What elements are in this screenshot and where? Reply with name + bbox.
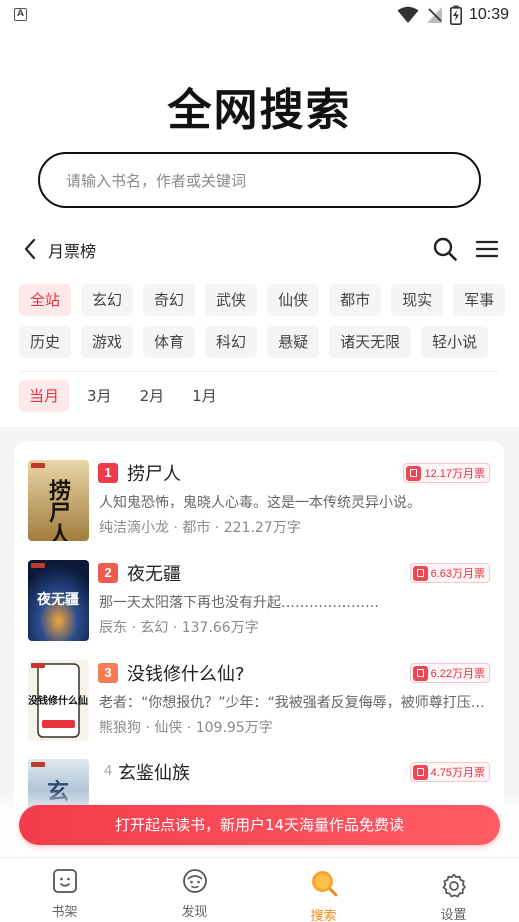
a-icon: A	[14, 8, 27, 21]
ticket-icon	[412, 565, 428, 581]
tab-label: 设置	[440, 908, 467, 922]
book-cover: 没钱修什么仙	[28, 660, 89, 741]
category-chip[interactable]: 诸天无限	[329, 326, 412, 358]
book-item[interactable]: 没钱修什么仙 3 没钱修什么仙? 6.22万月票 老者：“你想报仇？”少年：“我…	[28, 660, 491, 746]
book-meta: 熊狼狗 · 仙侠 · 109.95万字	[99, 720, 273, 736]
category-row-2: 历史 游戏 体育 科幻 悬疑 诸天无限 轻小说	[19, 326, 499, 358]
divider	[19, 371, 499, 372]
book-words: 137.66万字	[181, 620, 259, 636]
book-author: 纯洁滴小龙	[99, 520, 169, 536]
cover-title: 没钱修什么仙	[28, 694, 88, 707]
monthly-votes-badge: 12.17万月票	[403, 463, 490, 483]
rank-badge: 1	[98, 463, 118, 483]
category-row-1: 全站 玄幻 奇幻 武侠 仙侠 都市 现实 军事	[19, 284, 506, 316]
book-title: 没钱修什么仙?	[127, 664, 245, 685]
discover-icon	[182, 869, 207, 893]
category-chip[interactable]: 现实	[391, 284, 444, 316]
votes-count: 12.17万月票	[424, 468, 485, 480]
battery-charging-icon	[449, 5, 462, 25]
ranking-title: 月票榜	[48, 242, 97, 261]
tab-settings[interactable]: 设置	[389, 858, 518, 922]
cover-title: 捞尸人	[45, 479, 71, 541]
search-icon[interactable]	[432, 236, 458, 262]
book-genre: 玄幻	[140, 620, 169, 636]
book-meta: 辰东 · 玄幻 · 137.66万字	[99, 620, 259, 636]
category-chip[interactable]: 轻小说	[421, 326, 489, 358]
votes-count: 4.75万月票	[430, 767, 485, 779]
back-arrow-icon[interactable]	[20, 236, 42, 262]
category-chip[interactable]: 历史	[19, 326, 72, 358]
bookshelf-icon	[52, 869, 77, 893]
category-chip[interactable]: 奇幻	[143, 284, 196, 316]
book-words: 221.27万字	[223, 520, 301, 536]
ticket-icon	[406, 465, 422, 481]
tab-discover[interactable]: 发现	[130, 858, 259, 922]
month-tab[interactable]: 3月	[77, 380, 122, 412]
book-item[interactable]: 捞尸人 1 捞尸人 12.17万月票 人知鬼恐怖，鬼晓人心毒。这是一本传统灵异小…	[28, 460, 490, 546]
category-chip[interactable]: 军事	[453, 284, 506, 316]
clock: 10:39	[468, 6, 509, 23]
category-chip[interactable]: 玄幻	[81, 284, 134, 316]
book-author: 熊狼狗	[99, 720, 141, 736]
category-chip[interactable]: 游戏	[81, 326, 134, 358]
book-title: 玄鉴仙族	[118, 763, 190, 784]
bottom-tab-bar: 书架 发现 搜索 设置	[0, 857, 519, 922]
open-app-promo-button[interactable]: 打开起点读书，新用户14天海量作品免费读	[19, 805, 500, 845]
page-title: 全网搜索	[167, 85, 352, 136]
monthly-votes-badge: 6.22万月票	[409, 663, 490, 683]
cover-title: 夜无疆	[36, 591, 79, 608]
signal-off-icon	[426, 7, 442, 23]
book-description: 老者：“你想报仇？”少年：“我被强者反复侮辱，被师尊打压，被宗门放弃”	[99, 695, 491, 711]
book-description: 人知鬼恐怖，鬼晓人心毒。这是一本传统灵异小说。	[99, 495, 421, 511]
monthly-votes-badge: 4.75万月票	[409, 762, 490, 782]
menu-icon[interactable]	[474, 236, 500, 262]
book-description: 那一天太阳落下再也没有升起…………………	[99, 595, 379, 611]
tab-bookshelf[interactable]: 书架	[0, 858, 129, 922]
category-chip-all[interactable]: 全站	[19, 284, 72, 316]
monthly-votes-badge: 6.63万月票	[409, 563, 490, 583]
search-box[interactable]	[38, 152, 481, 208]
rank-badge: 2	[98, 563, 118, 583]
book-genre: 都市	[182, 520, 211, 536]
tab-label: 书架	[51, 905, 78, 920]
wifi-icon	[397, 6, 419, 23]
category-chip[interactable]: 悬疑	[267, 326, 320, 358]
month-tab[interactable]: 2月	[130, 380, 175, 412]
book-cover: 夜无疆	[28, 560, 89, 641]
rank-badge: 3	[98, 663, 118, 683]
votes-count: 6.63万月票	[430, 568, 485, 580]
category-chip[interactable]: 武侠	[205, 284, 258, 316]
book-meta: 纯洁滴小龙 · 都市 · 221.27万字	[99, 520, 301, 536]
ticket-icon	[412, 764, 428, 780]
book-title: 捞尸人	[127, 464, 181, 485]
book-words: 109.95万字	[195, 720, 273, 736]
tab-label: 发现	[181, 905, 208, 920]
month-filter: 当月 3月 2月 1月	[19, 380, 227, 412]
search-tab-icon	[311, 871, 337, 897]
category-chip[interactable]: 都市	[329, 284, 382, 316]
search-input[interactable]	[66, 168, 456, 194]
book-item[interactable]: 夜无疆 2 夜无疆 6.63万月票 那一天太阳落下再也没有升起………………… 辰…	[28, 560, 490, 646]
rank-number: 4	[103, 762, 113, 779]
month-tab-current[interactable]: 当月	[19, 380, 70, 412]
book-author: 辰东	[99, 620, 127, 636]
status-bar: A 10:39	[0, 0, 519, 30]
month-tab[interactable]: 1月	[182, 380, 227, 412]
votes-count: 6.22万月票	[430, 668, 485, 680]
category-chip[interactable]: 体育	[143, 326, 196, 358]
status-icons: 10:39	[397, 4, 509, 26]
category-chip[interactable]: 仙侠	[267, 284, 320, 316]
settings-icon	[442, 873, 466, 898]
tab-search[interactable]: 搜索	[259, 858, 388, 922]
tab-label: 搜索	[310, 909, 337, 922]
category-chip[interactable]: 科幻	[205, 326, 258, 358]
book-cover: 捞尸人	[28, 460, 89, 541]
ticket-icon	[412, 665, 428, 681]
book-genre: 仙侠	[154, 720, 183, 736]
ranking-header: 月票榜	[20, 232, 500, 266]
book-title: 夜无疆	[127, 564, 181, 585]
